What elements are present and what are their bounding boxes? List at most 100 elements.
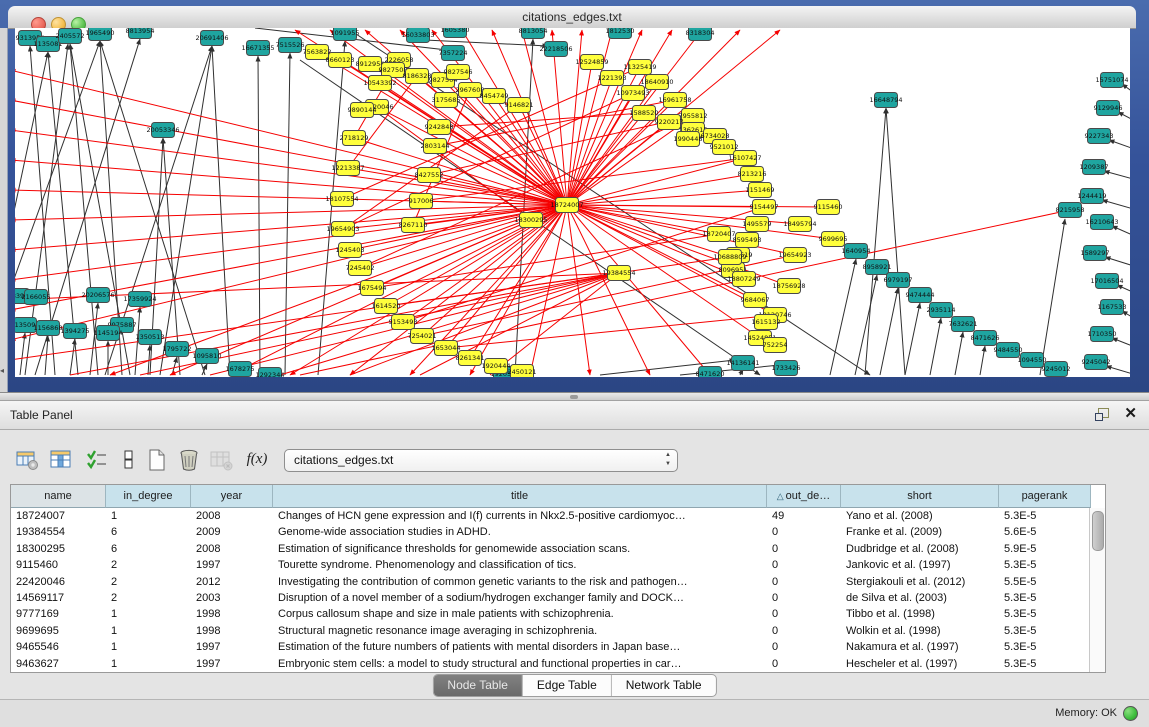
new-column-icon[interactable] [142, 446, 172, 474]
table-cell[interactable]: 0 [767, 541, 841, 557]
table-row[interactable]: 977716911998Corpus callosum shape and si… [11, 606, 1105, 622]
tab-edge-table[interactable]: Edge Table [523, 675, 612, 696]
row-selector-icon[interactable] [114, 446, 144, 474]
table-cell[interactable]: 1 [106, 623, 191, 639]
node-table[interactable]: namein_degreeyeartitle△out_de…shortpager… [10, 484, 1106, 673]
table-cell[interactable]: Investigating the contribution of common… [273, 574, 767, 590]
table-cell[interactable]: 5.5E-5 [999, 574, 1091, 590]
table-cell[interactable]: Changes of HCN gene expression and I(f) … [273, 508, 767, 524]
network-canvas[interactable]: 9313954113508124055721965490881395420691… [15, 28, 1130, 377]
table-cell[interactable]: Estimation of the future numbers of pati… [273, 639, 767, 655]
table-cell[interactable]: Estimation of significance thresholds fo… [273, 541, 767, 557]
table-cell[interactable]: 5.3E-5 [999, 508, 1091, 524]
table-cell[interactable]: Hescheler et al. (1997) [841, 656, 999, 672]
table-cell[interactable]: Tourette syndrome. Phenomenology and cla… [273, 557, 767, 573]
table-row[interactable]: 1456911722003Disruption of a novel membe… [11, 590, 1105, 606]
table-cell[interactable]: 19384554 [11, 524, 106, 540]
column-header-title[interactable]: title [273, 485, 767, 508]
table-cell[interactable]: 5.3E-5 [999, 606, 1091, 622]
table-cell[interactable]: 2008 [191, 541, 273, 557]
memory-status-icon[interactable] [1123, 706, 1138, 721]
table-row[interactable]: 969969511998Structural magnetic resonanc… [11, 623, 1105, 639]
table-cell[interactable]: 2012 [191, 574, 273, 590]
table-cell[interactable]: 1998 [191, 606, 273, 622]
table-cell[interactable]: 5.3E-5 [999, 590, 1091, 606]
table-cell[interactable]: Corpus callosum shape and size in male p… [273, 606, 767, 622]
table-cell[interactable]: Embryonic stem cells: a model to study s… [273, 656, 767, 672]
table-cell[interactable]: 0 [767, 557, 841, 573]
table-cell[interactable]: 5.3E-5 [999, 557, 1091, 573]
table-row[interactable]: 2242004622012Investigating the contribut… [11, 574, 1105, 590]
table-cell[interactable]: 9699695 [11, 623, 106, 639]
table-row[interactable]: 1938455462009Genome-wide association stu… [11, 524, 1105, 540]
table-cell[interactable]: Disruption of a novel member of a sodium… [273, 590, 767, 606]
table-cell[interactable]: 9115460 [11, 557, 106, 573]
table-cell[interactable]: Nakamura et al. (1997) [841, 639, 999, 655]
table-cell[interactable]: 9777169 [11, 606, 106, 622]
table-cell[interactable]: 0 [767, 623, 841, 639]
table-cell[interactable]: 1 [106, 508, 191, 524]
float-window-icon[interactable] [1095, 408, 1111, 422]
network-canvas-svg[interactable]: 9313954113508124055721965490881395420691… [15, 28, 1130, 377]
table-cell[interactable]: 0 [767, 574, 841, 590]
column-header-pagerank[interactable]: pagerank [999, 485, 1091, 508]
table-cell[interactable]: 18724007 [11, 508, 106, 524]
table-cell[interactable]: 14569117 [11, 590, 106, 606]
delete-icon[interactable] [174, 446, 204, 474]
table-cell[interactable]: 6 [106, 541, 191, 557]
table-row[interactable]: 1872400712008Changes of HCN gene express… [11, 508, 1105, 524]
table-cell[interactable]: 2 [106, 590, 191, 606]
table-cell[interactable]: 18300295 [11, 541, 106, 557]
column-checklist-icon[interactable] [82, 446, 112, 474]
table-selector-dropdown[interactable]: citations_edges.txt ▲▼ [284, 449, 678, 472]
table-cell[interactable]: 2008 [191, 508, 273, 524]
horizontal-splitter[interactable] [0, 392, 1149, 401]
table-cell[interactable]: Tibbo et al. (1998) [841, 606, 999, 622]
network-window-titlebar[interactable]: citations_edges.txt [8, 6, 1136, 29]
table-cell[interactable]: 22420046 [11, 574, 106, 590]
table-cell[interactable]: Dudbridge et al. (2008) [841, 541, 999, 557]
table-row[interactable]: 1830029562008Estimation of significance … [11, 541, 1105, 557]
table-cell[interactable]: 1 [106, 606, 191, 622]
column-header-year[interactable]: year [191, 485, 273, 508]
table-cell[interactable]: 5.3E-5 [999, 656, 1091, 672]
table-cell[interactable]: Structural magnetic resonance image aver… [273, 623, 767, 639]
scrollbar-thumb[interactable] [1092, 511, 1104, 551]
table-row[interactable]: 911546021997Tourette syndrome. Phenomeno… [11, 557, 1105, 573]
column-header-out_de[interactable]: △out_de… [767, 485, 841, 508]
splitter-handle[interactable] [570, 395, 578, 399]
close-icon[interactable]: ✕ [1124, 404, 1137, 422]
table-cell[interactable]: 49 [767, 508, 841, 524]
table-cell[interactable]: 9463627 [11, 656, 106, 672]
table-row[interactable]: 946554611997Estimation of the future num… [11, 639, 1105, 655]
column-header-short[interactable]: short [841, 485, 999, 508]
table-cell[interactable]: 1 [106, 639, 191, 655]
table-cell[interactable]: 1997 [191, 656, 273, 672]
table-cell[interactable]: 1997 [191, 639, 273, 655]
table-cell[interactable]: 2 [106, 574, 191, 590]
table-cell[interactable]: 5.9E-5 [999, 541, 1091, 557]
table-header-row[interactable]: namein_degreeyeartitle△out_de…shortpager… [11, 485, 1105, 508]
table-cell[interactable]: 5.3E-5 [999, 639, 1091, 655]
table-cell[interactable]: 5.3E-5 [999, 623, 1091, 639]
table-cell[interactable]: de Silva et al. (2003) [841, 590, 999, 606]
table-cell[interactable]: 0 [767, 590, 841, 606]
table-cell[interactable]: 0 [767, 606, 841, 622]
column-header-name[interactable]: name [11, 485, 106, 508]
import-table-icon[interactable] [206, 446, 236, 474]
collapse-arrow-icon[interactable]: ◂ [0, 366, 4, 375]
table-cell[interactable]: 1998 [191, 623, 273, 639]
table-row[interactable]: 946362711997Embryonic stem cells: a mode… [11, 656, 1105, 672]
table-cell[interactable]: 1997 [191, 557, 273, 573]
table-cell[interactable]: Franke et al. (2009) [841, 524, 999, 540]
table-cell[interactable]: 0 [767, 656, 841, 672]
table-cell[interactable]: 5.6E-5 [999, 524, 1091, 540]
tab-node-table[interactable]: Node Table [433, 675, 523, 696]
vertical-scrollbar[interactable] [1089, 508, 1105, 672]
table-cell[interactable]: Jankovic et al. (1997) [841, 557, 999, 573]
table-cell[interactable]: Genome-wide association studies in ADHD. [273, 524, 767, 540]
table-cell[interactable]: 9465546 [11, 639, 106, 655]
tab-network-table[interactable]: Network Table [612, 675, 716, 696]
table-cell[interactable]: 0 [767, 524, 841, 540]
table-cell[interactable]: Stergiakouli et al. (2012) [841, 574, 999, 590]
